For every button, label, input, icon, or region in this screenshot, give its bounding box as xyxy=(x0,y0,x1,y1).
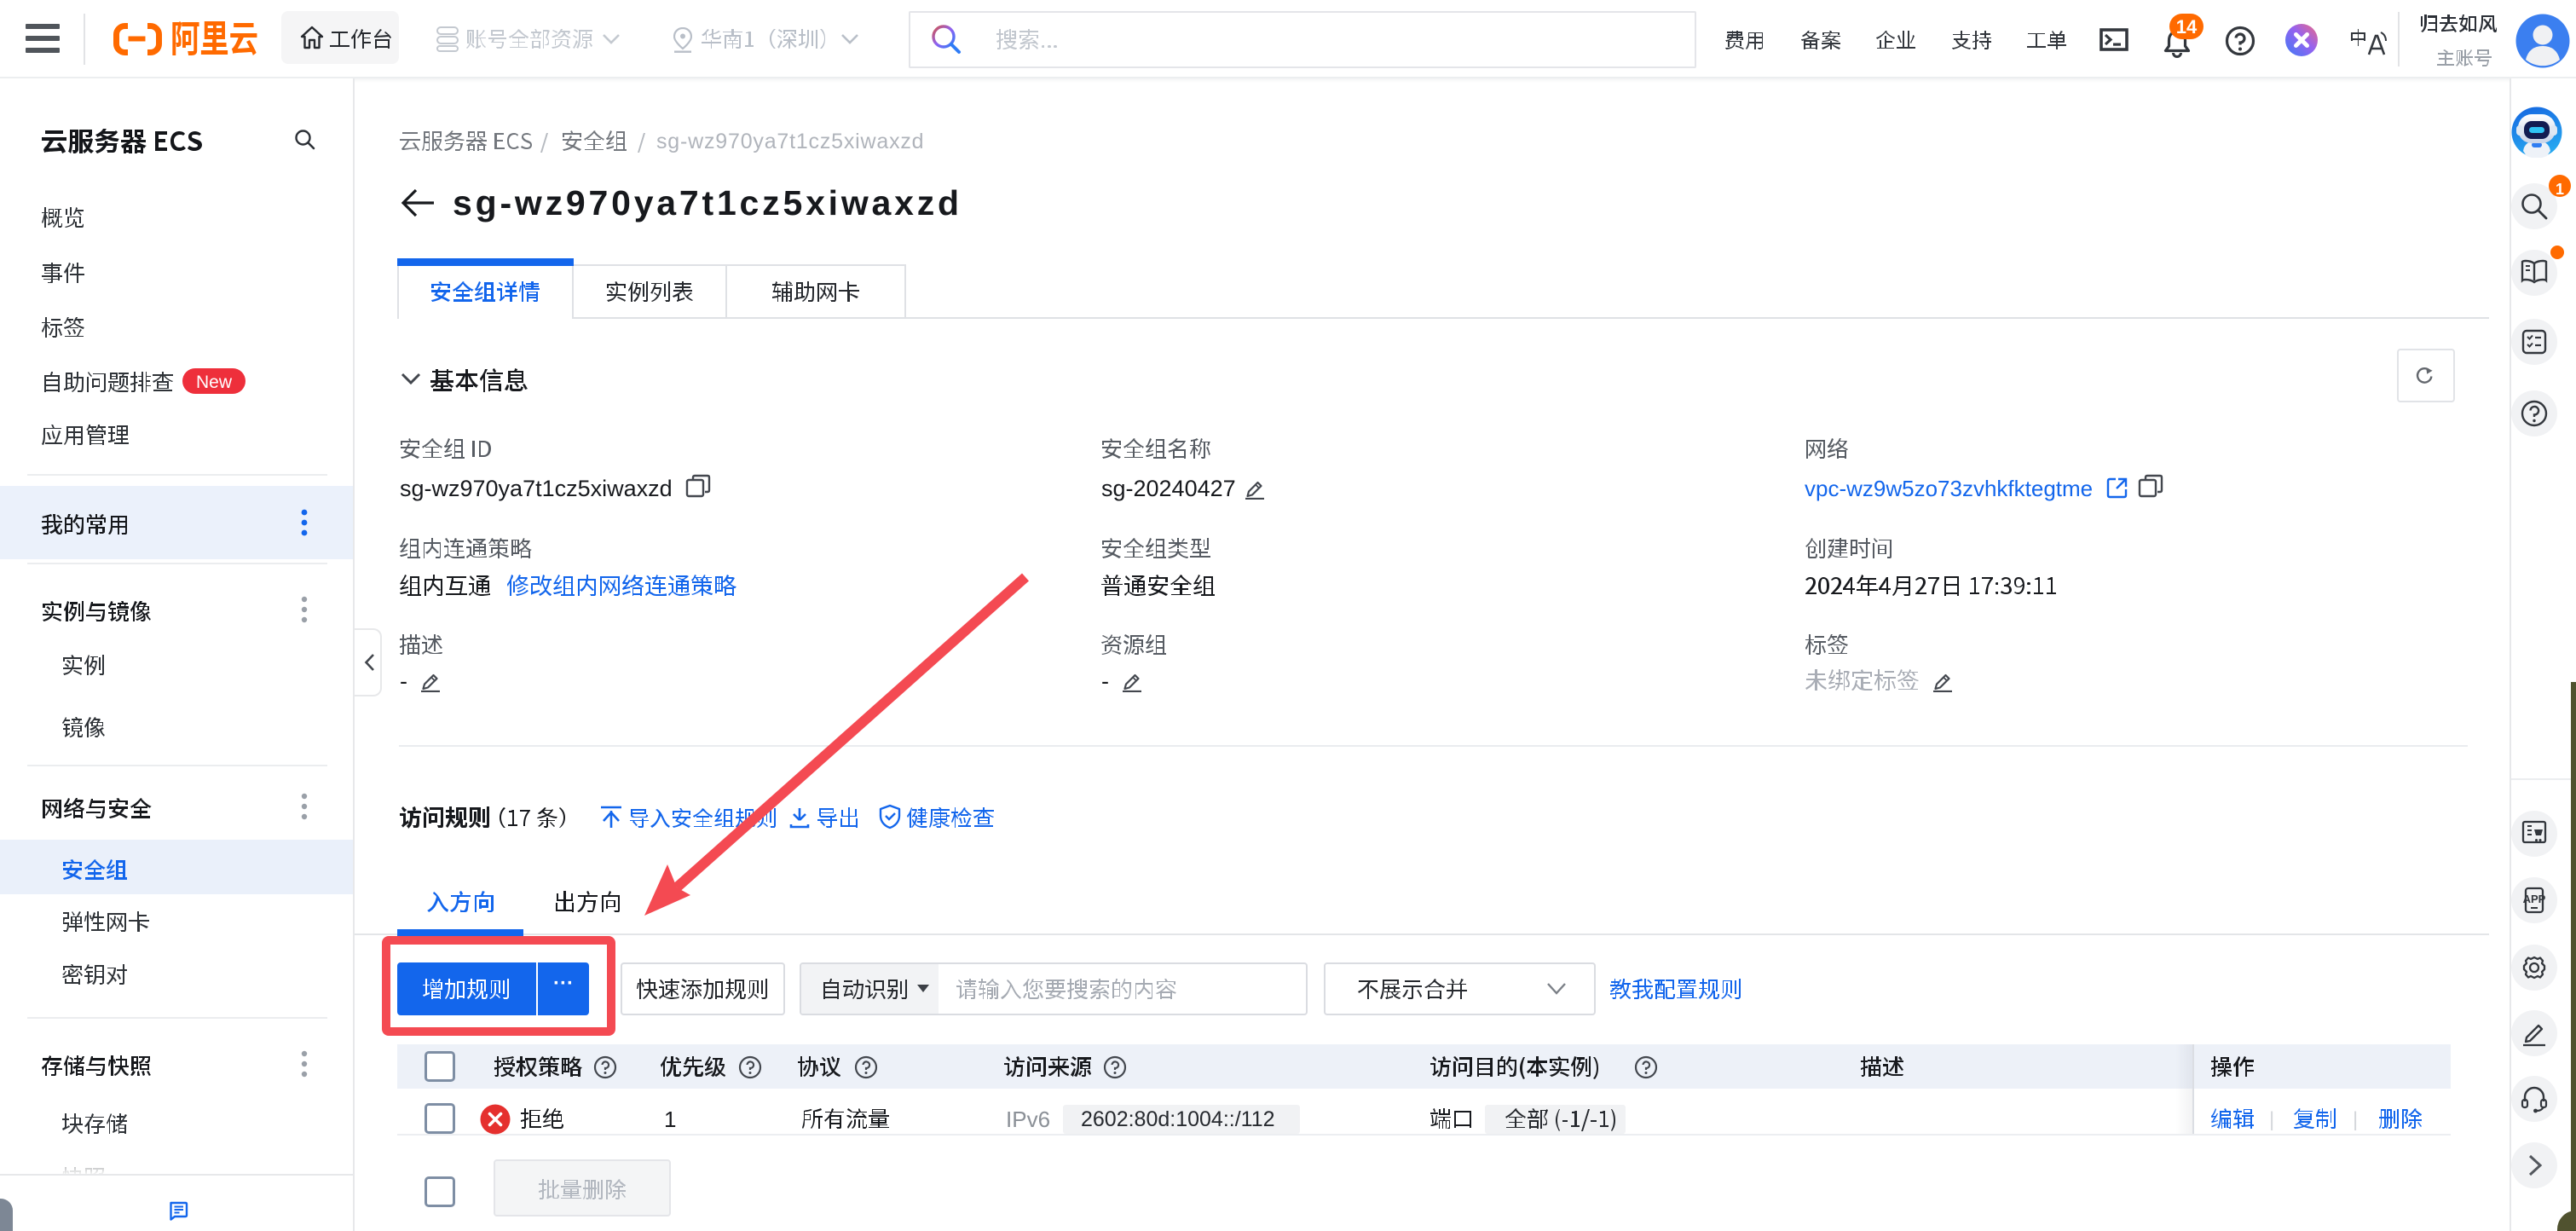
svg-text:APP: APP xyxy=(2523,893,2546,905)
